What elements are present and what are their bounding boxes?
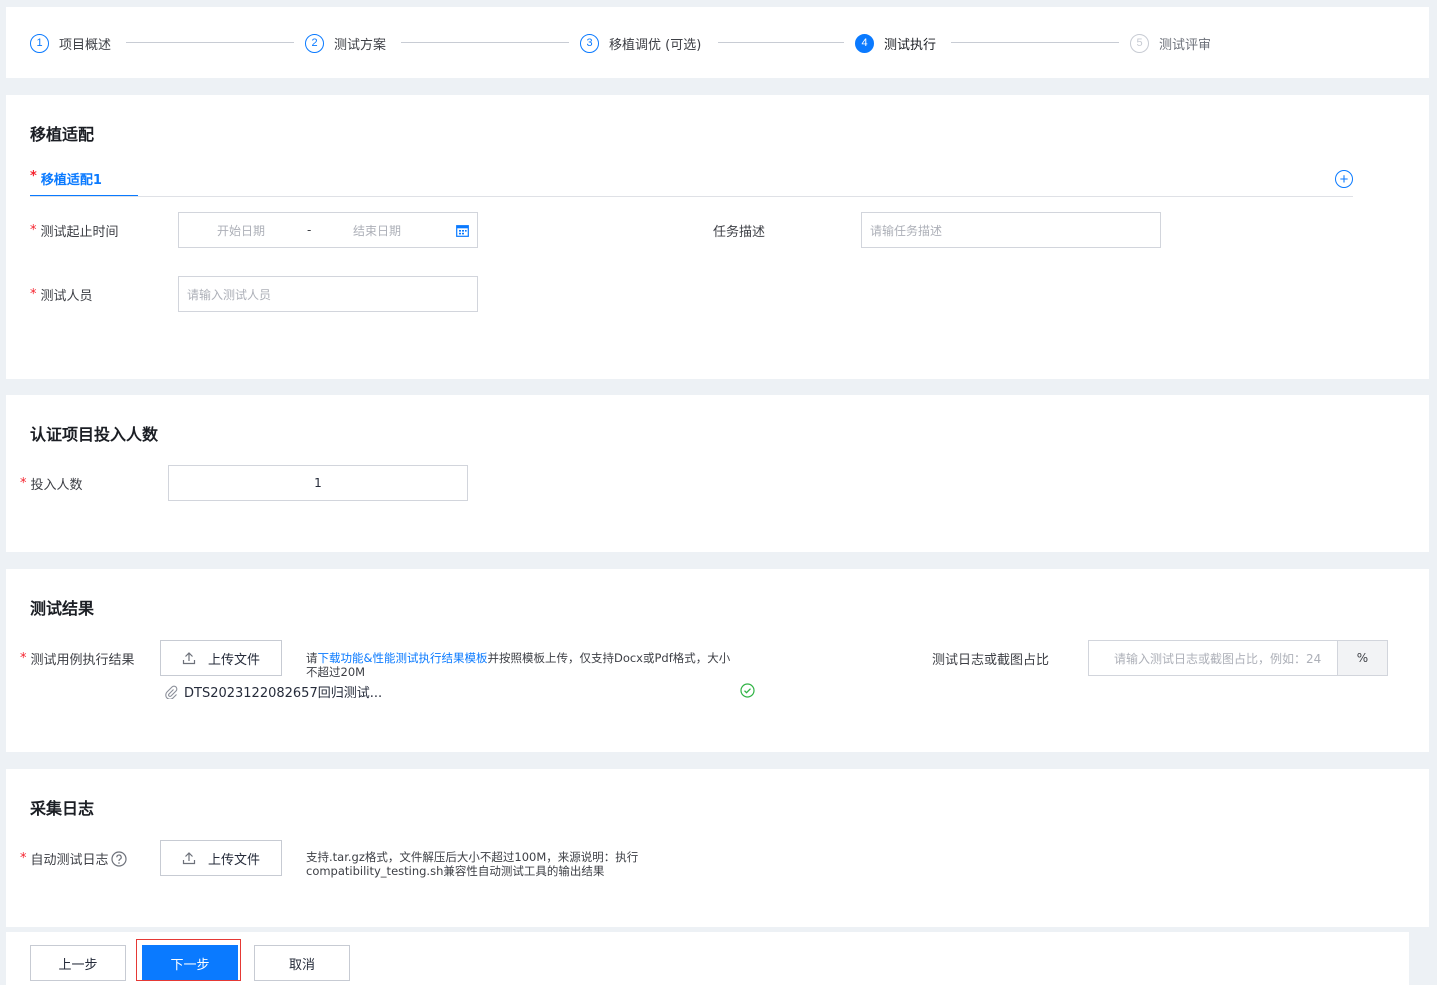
ratio-placeholder: 请输入测试日志或截图占比，例如：24 — [1114, 651, 1322, 666]
download-template-link[interactable]: 下载功能&性能测试执行结果模板 — [318, 651, 488, 665]
step-1[interactable]: 1 项目概述 — [30, 33, 111, 53]
count-label: * 投入人数 — [20, 476, 83, 493]
step-2-label: 测试方案 — [334, 37, 387, 53]
tab-label: 移植适配1 — [40, 173, 102, 188]
step-4-label: 测试执行 — [884, 37, 937, 53]
required-mark: * — [30, 169, 37, 184]
range-separator: - — [307, 223, 312, 237]
upload-icon — [182, 852, 196, 865]
section-title: 测试结果 — [30, 599, 95, 618]
results-section: 测试结果 * 测试用例执行结果 上传文件 请下载功能&性能测试执行结果模板并按照模… — [6, 569, 1429, 752]
question-circle-icon[interactable] — [110, 850, 127, 867]
cancel-button[interactable]: 取消 — [254, 945, 350, 981]
log-upload-hint: 支持.tar.gz格式，文件解压后大小不超过100M，来源说明：执行 compa… — [306, 850, 639, 878]
end-date-input[interactable]: 结束日期 — [353, 222, 401, 239]
step-5-label: 测试评审 — [1159, 37, 1212, 53]
auto-log-label: * 自动测试日志 — [20, 849, 127, 868]
upload-label: 上传文件 — [207, 852, 260, 868]
upload-button[interactable]: 上传文件 — [160, 840, 282, 876]
step-3[interactable]: 3 移植调优 (可选) — [580, 33, 701, 53]
step-connector — [951, 42, 1119, 43]
people-input[interactable]: 请输入测试人员 — [178, 276, 478, 312]
step-1-label: 项目概述 — [59, 37, 112, 53]
file-name: DTS2023122082657回归测试... — [184, 686, 383, 701]
people-label: * 测试人员 — [30, 287, 93, 304]
start-date-input[interactable]: 开始日期 — [217, 222, 265, 239]
step-1-number: 1 — [30, 33, 49, 53]
step-connector — [126, 42, 294, 43]
uploaded-file[interactable]: DTS2023122082657回归测试... — [164, 682, 382, 701]
count-input[interactable]: 1 — [168, 465, 468, 501]
step-2-number: 2 — [305, 33, 324, 53]
people-placeholder: 请输入测试人员 — [187, 287, 272, 302]
case-label: * 测试用例执行结果 — [20, 651, 135, 668]
task-placeholder: 请输任务描述 — [870, 223, 943, 238]
step-connector — [401, 42, 569, 43]
upload-label: 上传文件 — [207, 652, 260, 668]
upload-icon — [182, 652, 196, 665]
focus-highlight — [136, 939, 241, 981]
cert-section: 认证项目投入人数 * 投入人数 1 — [6, 395, 1429, 552]
calendar-icon[interactable] — [456, 224, 469, 237]
footer-actions: 上一步 下一步 取消 — [6, 932, 1409, 985]
upload-button[interactable]: 上传文件 — [160, 640, 282, 676]
steps-bar: 1 项目概述 2 测试方案 3 移植调优 (可选) 4 测试执行 5 测试评审 — [6, 7, 1429, 78]
success-check-icon — [740, 683, 755, 698]
step-3-number: 3 — [580, 33, 599, 53]
plus-circle-icon[interactable]: + — [1335, 170, 1353, 188]
count-value: 1 — [314, 476, 322, 490]
tab-migration-1[interactable]: * 移植适配1 — [30, 169, 138, 197]
step-4[interactable]: 4 测试执行 — [855, 33, 936, 53]
percent-suffix: % — [1337, 640, 1388, 676]
section-title: 采集日志 — [30, 799, 95, 818]
prev-button[interactable]: 上一步 — [30, 945, 126, 981]
task-label: 任务描述 — [713, 225, 766, 240]
step-2[interactable]: 2 测试方案 — [305, 33, 386, 53]
step-5-number: 5 — [1130, 33, 1149, 53]
date-range-picker[interactable]: 开始日期 - 结束日期 — [178, 212, 478, 248]
paperclip-icon — [165, 685, 178, 699]
task-input[interactable]: 请输任务描述 — [861, 212, 1161, 248]
section-title: 认证项目投入人数 — [30, 425, 159, 444]
step-5[interactable]: 5 测试评审 — [1130, 33, 1211, 53]
logs-section: 采集日志 * 自动测试日志 上传文件 支持.tar.gz格式，文件解压后大小不超过… — [6, 769, 1429, 927]
ratio-input[interactable]: 请输入测试日志或截图占比，例如：24 — [1088, 640, 1339, 676]
time-label: * 测试起止时间 — [30, 223, 119, 240]
ratio-label: 测试日志或截图占比 — [932, 653, 1050, 668]
migration-section: 移植适配 * 移植适配1 + * 测试起止时间 开始日期 - 结束日期 任务描述 … — [6, 95, 1429, 379]
tab-divider — [30, 196, 1353, 197]
section-title: 移植适配 — [30, 125, 95, 144]
step-3-label: 移植调优 (可选) — [609, 37, 702, 53]
upload-hint: 请下载功能&性能测试执行结果模板并按照模板上传，仅支持Docx或Pdf格式，大小… — [306, 651, 731, 679]
step-4-number: 4 — [855, 33, 874, 53]
step-connector — [718, 42, 844, 43]
